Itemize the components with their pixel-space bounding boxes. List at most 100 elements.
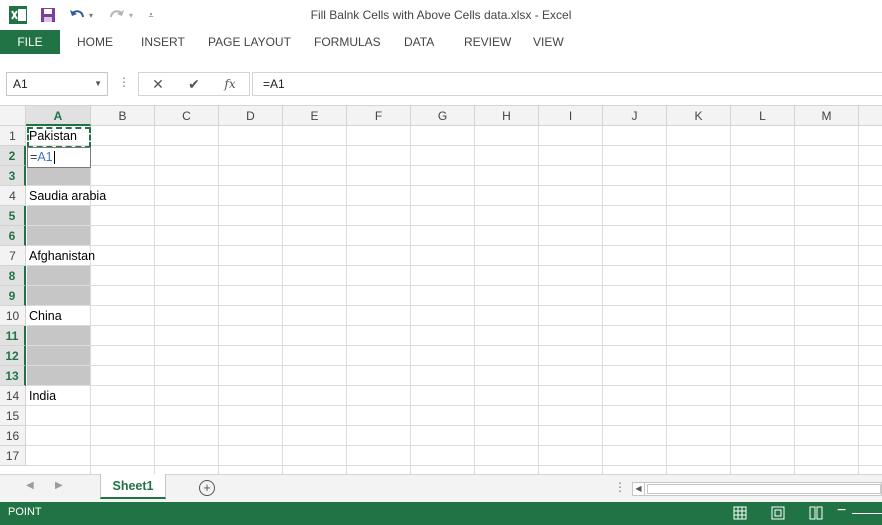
more-options-icon[interactable]: ⋮ <box>118 75 130 89</box>
gridline <box>730 126 731 474</box>
gridline <box>26 185 882 186</box>
row-header[interactable]: 10 <box>0 306 26 326</box>
selected-blank-cell[interactable] <box>27 266 90 305</box>
normal-view-icon[interactable] <box>733 506 747 520</box>
row-header[interactable]: 14 <box>0 386 26 406</box>
row-header[interactable]: 3 <box>0 166 26 186</box>
chevron-down-icon[interactable]: ▼ <box>94 73 102 95</box>
window-title: Fill Balnk Cells with Above Cells data.x… <box>310 8 572 22</box>
column-header[interactable]: D <box>219 106 283 126</box>
sheet-tab-bar: ◀ ▶ Sheet1 + ⋮ ◀ <box>0 474 882 502</box>
gridline <box>26 145 882 146</box>
cell-divider <box>27 365 90 366</box>
name-box-value: A1 <box>13 77 28 91</box>
gridline <box>26 165 882 166</box>
formula-input[interactable]: =A1 <box>252 72 882 96</box>
row-header[interactable]: 16 <box>0 426 26 446</box>
insert-function-icon[interactable]: fx <box>215 73 245 95</box>
column-header[interactable] <box>859 106 882 126</box>
gridline <box>666 126 667 474</box>
tab-home[interactable]: HOME <box>77 30 113 54</box>
reference-marquee <box>27 127 91 148</box>
zoom-out-icon[interactable]: − <box>837 502 846 520</box>
cell-divider <box>27 285 90 286</box>
gridline <box>26 245 882 246</box>
row-header[interactable]: 12 <box>0 346 26 366</box>
column-header[interactable]: J <box>603 106 667 126</box>
gridline <box>794 126 795 474</box>
scroll-left-arrow-icon[interactable]: ◀ <box>633 483 645 495</box>
cell-a7[interactable]: Afghanistan <box>29 246 95 266</box>
selected-blank-cell[interactable] <box>27 166 90 185</box>
selected-blank-cell[interactable] <box>27 206 90 245</box>
gridline <box>26 285 882 286</box>
column-header[interactable]: H <box>475 106 539 126</box>
tab-data[interactable]: DATA <box>404 30 434 54</box>
status-bar: POINT − <box>0 502 882 525</box>
tab-insert[interactable]: INSERT <box>141 30 185 54</box>
gridline <box>26 365 882 366</box>
cell-a4[interactable]: Saudia arabia <box>29 186 106 206</box>
column-header[interactable]: L <box>731 106 795 126</box>
row-header[interactable]: 9 <box>0 286 26 306</box>
row-header[interactable]: 5 <box>0 206 26 226</box>
row-header[interactable]: 8 <box>0 266 26 286</box>
cancel-icon[interactable]: ✕ <box>143 73 173 95</box>
formula-reference: A1 <box>37 150 53 164</box>
row-header[interactable]: 4 <box>0 186 26 206</box>
cell-a14[interactable]: India <box>29 386 56 406</box>
add-sheet-icon[interactable]: + <box>199 480 215 496</box>
gridline <box>90 126 91 474</box>
name-box[interactable]: A1 ▼ <box>6 72 108 96</box>
row-header[interactable]: 13 <box>0 366 26 386</box>
row-header[interactable]: 7 <box>0 246 26 266</box>
gridline <box>858 126 859 474</box>
column-header[interactable]: E <box>283 106 347 126</box>
cell-editor-text[interactable]: =A1 <box>30 148 55 167</box>
enter-icon[interactable]: ✔ <box>179 73 209 95</box>
cell-a10[interactable]: China <box>29 306 62 326</box>
column-header[interactable]: B <box>91 106 155 126</box>
scroll-right-icon[interactable]: ▶ <box>55 480 63 491</box>
gridline <box>26 305 882 306</box>
text-caret <box>53 151 55 165</box>
gridline <box>346 126 347 474</box>
scroll-left-icon[interactable]: ◀ <box>26 480 34 491</box>
page-break-view-icon[interactable] <box>809 506 823 520</box>
select-all-corner[interactable] <box>0 106 26 126</box>
worksheet-grid[interactable]: A B C D E F G H I J K L M 1 2 3 4 5 6 7 … <box>0 106 882 474</box>
gridline <box>26 325 882 326</box>
selected-blank-cell[interactable] <box>27 326 90 385</box>
tab-file[interactable]: FILE <box>0 30 60 54</box>
tab-review[interactable]: REVIEW <box>464 30 511 54</box>
row-header[interactable]: 1 <box>0 126 26 146</box>
page-layout-view-icon[interactable] <box>771 506 785 520</box>
status-mode: POINT <box>8 506 42 518</box>
tab-view[interactable]: VIEW <box>533 30 564 54</box>
gridline <box>26 465 882 466</box>
row-header[interactable]: 15 <box>0 406 26 426</box>
horizontal-scrollbar[interactable]: ◀ <box>632 482 882 496</box>
column-header[interactable]: I <box>539 106 603 126</box>
formula-buttons: ✕ ✔ fx <box>138 72 250 96</box>
gridline <box>26 225 882 226</box>
column-header[interactable]: M <box>795 106 859 126</box>
row-header[interactable]: 6 <box>0 226 26 246</box>
tab-formulas[interactable]: FORMULAS <box>314 30 381 54</box>
zoom-slider[interactable] <box>852 513 882 514</box>
column-header[interactable]: A <box>26 106 91 126</box>
gridline <box>26 405 882 406</box>
column-header[interactable]: K <box>667 106 731 126</box>
row-header[interactable]: 2 <box>0 146 26 166</box>
active-cell-editor[interactable]: =A1 <box>27 147 91 168</box>
column-header[interactable]: C <box>155 106 219 126</box>
column-header[interactable]: G <box>411 106 475 126</box>
tab-page-layout[interactable]: PAGE LAYOUT <box>208 30 291 54</box>
scrollbar-thumb[interactable] <box>647 484 881 494</box>
row-header[interactable]: 17 <box>0 446 26 466</box>
row-header[interactable]: 11 <box>0 326 26 346</box>
more-options-icon[interactable]: ⋮ <box>614 480 626 494</box>
sheet-tab-sheet1[interactable]: Sheet1 <box>100 474 166 499</box>
column-header[interactable]: F <box>347 106 411 126</box>
gridline <box>26 385 882 386</box>
